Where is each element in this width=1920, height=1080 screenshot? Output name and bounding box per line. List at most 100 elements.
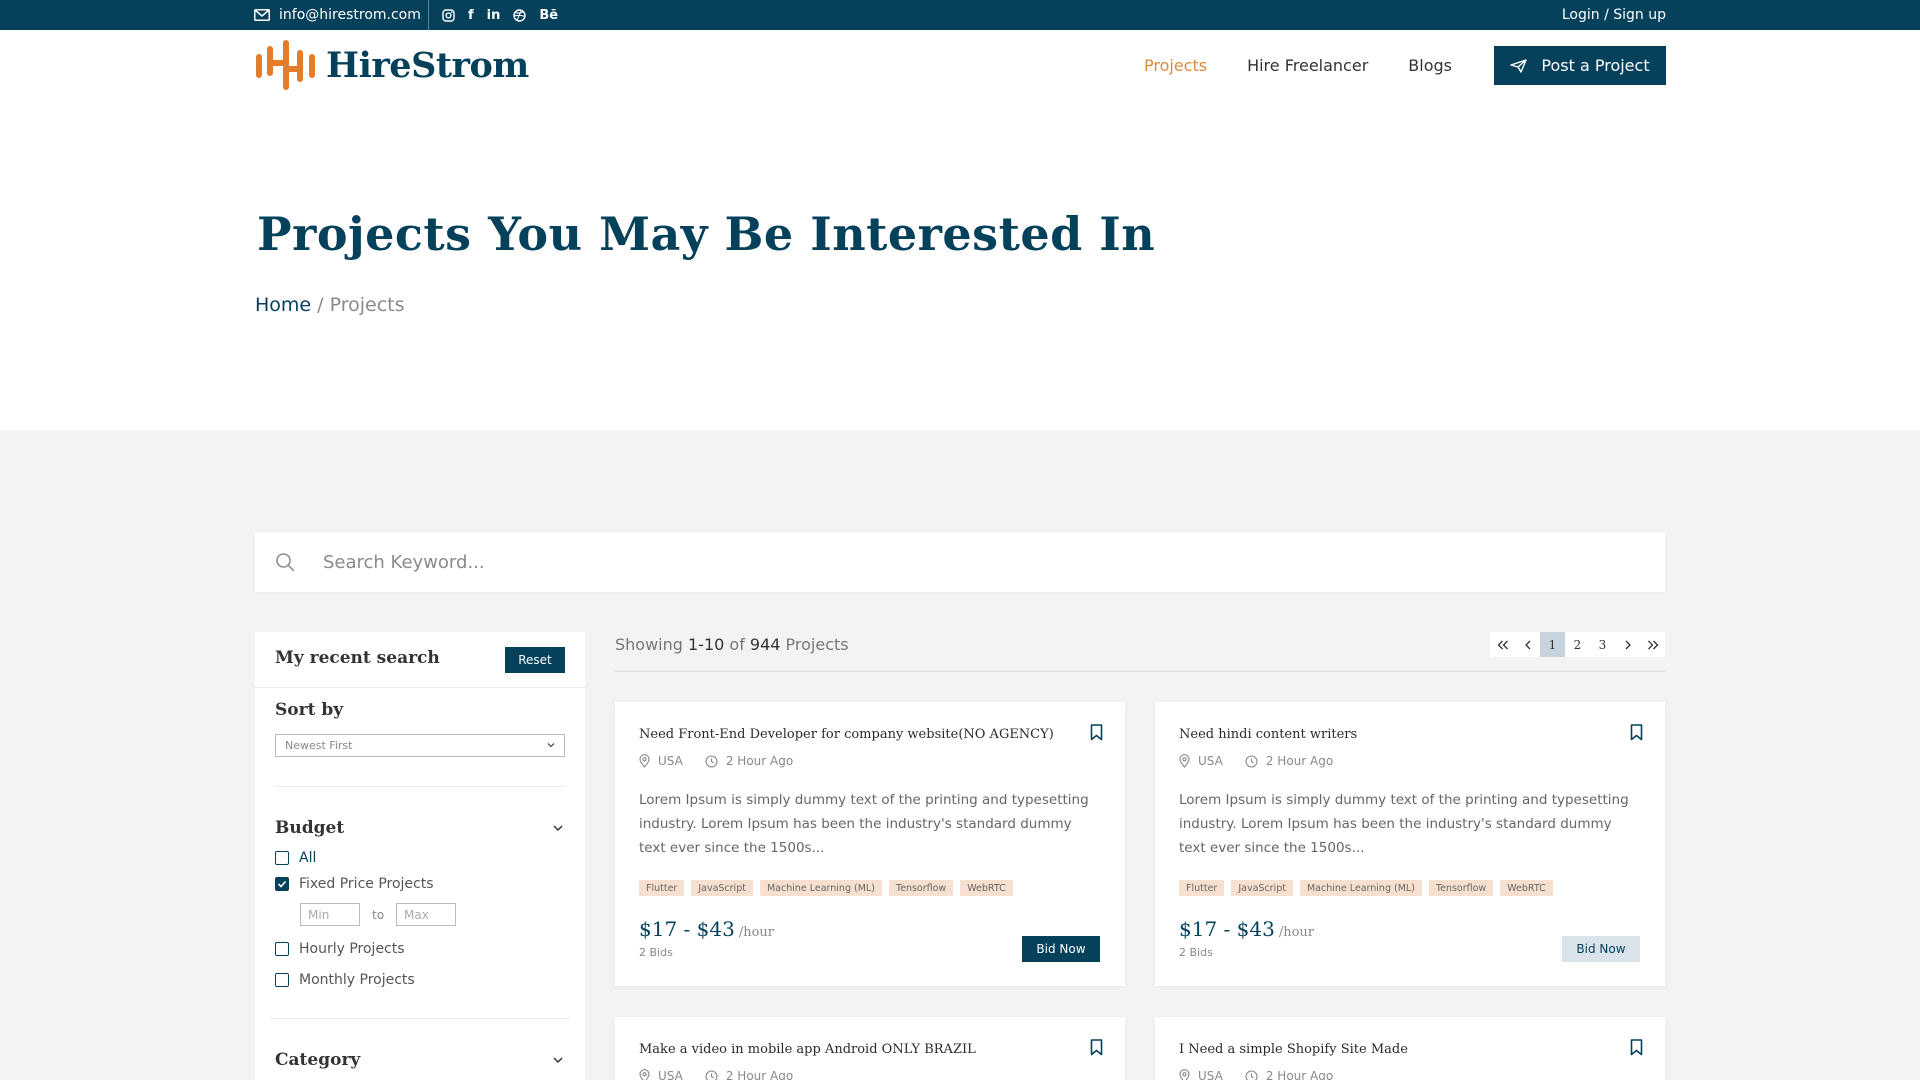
breadcrumb-home[interactable]: Home xyxy=(255,294,311,316)
sort-select[interactable]: Newest First xyxy=(275,734,565,757)
project-title[interactable]: I Need a simple Shopify Site Made xyxy=(1179,1042,1408,1057)
bookmark-icon[interactable] xyxy=(1630,1039,1643,1056)
bid-now-button[interactable]: Bid Now xyxy=(1022,936,1100,962)
next-page-icon[interactable] xyxy=(1615,632,1640,657)
bookmark-icon[interactable] xyxy=(1090,1039,1103,1056)
skill-tag[interactable]: Flutter xyxy=(1179,880,1225,896)
last-page-icon[interactable] xyxy=(1640,632,1665,657)
category-label: Category xyxy=(275,1050,361,1070)
contact-email[interactable]: info@hirestrom.com xyxy=(254,0,421,30)
project-title[interactable]: Make a video in mobile app Android ONLY … xyxy=(639,1042,976,1057)
location-pin-icon xyxy=(639,754,650,768)
project-location: USA xyxy=(639,1069,683,1080)
breadcrumb: Home / Projects xyxy=(255,294,405,316)
sort-select-value: Newest First xyxy=(285,739,353,752)
budget-option-all[interactable]: All xyxy=(275,850,316,866)
page-1[interactable]: 1 xyxy=(1540,632,1565,657)
page-3[interactable]: 3 xyxy=(1590,632,1615,657)
project-card[interactable]: Need Front-End Developer for company web… xyxy=(615,702,1125,986)
social-links: f in Bē xyxy=(442,0,558,30)
breadcrumb-current: Projects xyxy=(329,294,405,316)
skill-tag[interactable]: Tensorflow xyxy=(1428,880,1494,896)
topbar-divider xyxy=(428,0,429,30)
skill-tag[interactable]: Machine Learning (ML) xyxy=(1299,880,1422,896)
search-icon xyxy=(273,550,297,574)
project-card[interactable]: Need hindi content writers USA 2 Hour Ag… xyxy=(1155,702,1665,986)
project-meta: USA 2 Hour Ago xyxy=(1179,754,1355,768)
results-range: 1-10 xyxy=(688,635,725,654)
project-meta: USA 2 Hour Ago xyxy=(639,754,815,768)
project-meta: USA 2 Hour Ago xyxy=(1179,1069,1355,1080)
skill-tag[interactable]: Flutter xyxy=(639,880,685,896)
behance-icon[interactable]: Bē xyxy=(539,8,558,23)
showing-prefix: Showing xyxy=(615,635,688,654)
page-title: Projects You May Be Interested In xyxy=(257,207,1156,261)
min-price-input[interactable]: Min xyxy=(300,903,360,926)
top-bar: info@hirestrom.com f in Bē Login / Sign … xyxy=(0,0,1920,30)
checkbox-hourly[interactable] xyxy=(275,942,289,956)
search-input[interactable] xyxy=(323,551,1623,573)
project-price: $17 - $43 /hour xyxy=(639,917,774,941)
logo-mark-icon xyxy=(256,40,315,90)
instagram-icon[interactable] xyxy=(442,8,455,22)
project-time: 2 Hour Ago xyxy=(705,1069,793,1080)
budget-option-monthly[interactable]: Monthly Projects xyxy=(275,972,415,988)
login-signup-link[interactable]: Login / Sign up xyxy=(1562,0,1666,30)
project-title[interactable]: Need Front-End Developer for company web… xyxy=(639,727,1054,742)
checkbox-all[interactable] xyxy=(275,851,289,865)
project-description: Lorem Ipsum is simply dummy text of the … xyxy=(639,792,1089,856)
reset-button[interactable]: Reset xyxy=(505,647,565,673)
nav-projects[interactable]: Projects xyxy=(1144,56,1207,75)
linkedin-icon[interactable]: in xyxy=(487,8,501,23)
paper-plane-icon xyxy=(1510,58,1528,73)
skill-tag[interactable]: Tensorflow xyxy=(888,880,954,896)
project-time: 2 Hour Ago xyxy=(1245,754,1333,768)
project-title[interactable]: Need hindi content writers xyxy=(1179,727,1357,742)
prev-page-icon[interactable] xyxy=(1515,632,1540,657)
project-time: 2 Hour Ago xyxy=(1245,1069,1333,1080)
skill-tag[interactable]: WebRTC xyxy=(960,880,1013,896)
project-tags: Flutter JavaScript Machine Learning (ML)… xyxy=(1179,880,1553,896)
chevron-down-icon xyxy=(546,740,556,750)
clock-icon xyxy=(1245,754,1258,768)
skill-tag[interactable]: JavaScript xyxy=(691,880,753,896)
budget-chevron-down-icon[interactable] xyxy=(552,822,564,834)
post-project-button[interactable]: Post a Project xyxy=(1494,46,1666,85)
budget-option-label: Hourly Projects xyxy=(299,941,405,957)
skill-tag[interactable]: Machine Learning (ML) xyxy=(759,880,882,896)
price-range: Min to Max xyxy=(300,903,457,926)
dribbble-icon[interactable] xyxy=(513,8,527,22)
max-price-input[interactable]: Max xyxy=(396,903,457,926)
project-card[interactable]: Make a video in mobile app Android ONLY … xyxy=(615,1017,1125,1080)
project-location: USA xyxy=(1179,754,1223,768)
page-hero: Projects You May Be Interested In Home /… xyxy=(0,100,1920,430)
project-location: USA xyxy=(639,754,683,768)
checkbox-fixed-price[interactable] xyxy=(275,877,289,891)
project-price: $17 - $43 /hour xyxy=(1179,917,1314,941)
category-chevron-down-icon[interactable] xyxy=(552,1054,564,1066)
nav-blogs[interactable]: Blogs xyxy=(1408,56,1452,75)
recent-search-header: My recent search Reset xyxy=(255,632,585,688)
showing-of: of xyxy=(724,635,750,654)
main-header: HireStrom Projects Hire Freelancer Blogs… xyxy=(0,30,1920,100)
facebook-icon[interactable]: f xyxy=(468,8,474,23)
nav-hire-freelancer[interactable]: Hire Freelancer xyxy=(1247,56,1368,75)
location-pin-icon xyxy=(639,1069,650,1080)
budget-option-hourly[interactable]: Hourly Projects xyxy=(275,941,405,957)
skill-tag[interactable]: WebRTC xyxy=(1500,880,1553,896)
range-to-label: to xyxy=(372,907,385,922)
page-2[interactable]: 2 xyxy=(1565,632,1590,657)
brand-logo[interactable]: HireStrom xyxy=(254,39,529,91)
budget-option-fixed-price[interactable]: Fixed Price Projects xyxy=(275,876,434,892)
project-bids: 2 Bids xyxy=(1179,946,1213,959)
project-tags: Flutter JavaScript Machine Learning (ML)… xyxy=(639,880,1013,896)
project-card[interactable]: I Need a simple Shopify Site Made USA 2 … xyxy=(1155,1017,1665,1080)
results-divider xyxy=(615,671,1665,672)
results-count: Showing 1-10 of 944 Projects xyxy=(615,635,849,654)
bid-now-button[interactable]: Bid Now xyxy=(1562,936,1640,962)
bookmark-icon[interactable] xyxy=(1090,724,1103,741)
skill-tag[interactable]: JavaScript xyxy=(1231,880,1293,896)
first-page-icon[interactable] xyxy=(1490,632,1515,657)
checkbox-monthly[interactable] xyxy=(275,973,289,987)
bookmark-icon[interactable] xyxy=(1630,724,1643,741)
